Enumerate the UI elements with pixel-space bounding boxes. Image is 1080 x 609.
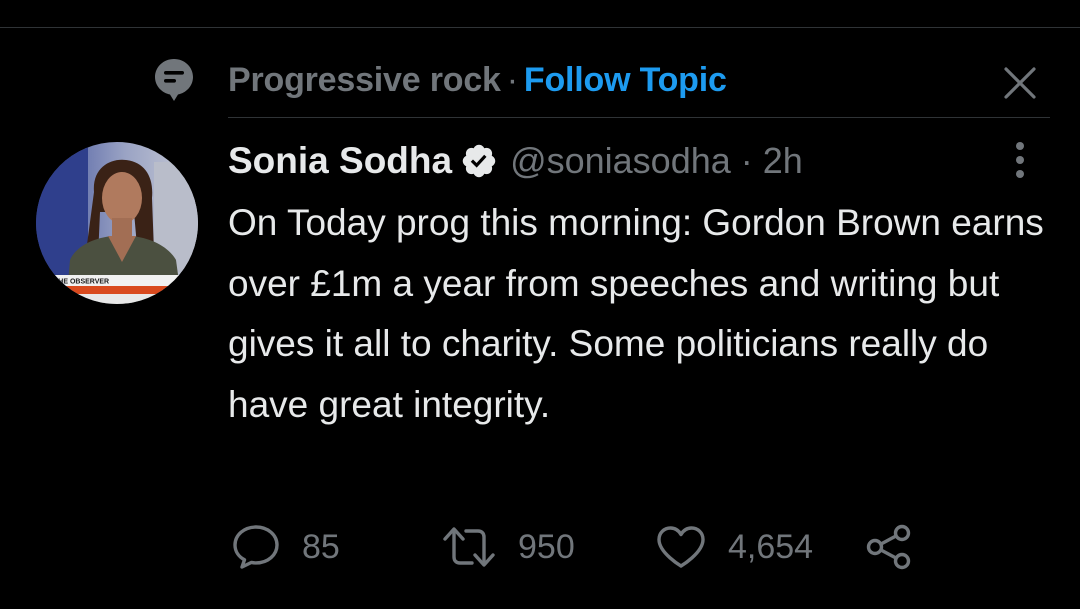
header-separator: · [740, 140, 753, 181]
avatar[interactable]: THE OBSERVER [36, 142, 198, 304]
topic-line: Progressive rock · Follow Topic [228, 61, 727, 100]
retweet-count: 950 [518, 527, 575, 566]
close-icon [1004, 67, 1036, 99]
share-button[interactable] [866, 522, 912, 572]
like-count: 4,654 [728, 527, 814, 566]
retweet-button[interactable]: 950 [442, 522, 575, 572]
user-handle[interactable]: @soniasodha [510, 140, 731, 182]
top-divider [0, 27, 1080, 28]
tweet-header: Sonia Sodha @soniasodha · 2h [228, 136, 803, 186]
topic-name[interactable]: Progressive rock [228, 61, 501, 99]
reply-icon [233, 525, 279, 569]
tweet-text: On Today prog this morning: Gordon Brown… [228, 202, 1044, 425]
topic-divider [228, 117, 1050, 118]
retweet-icon [443, 527, 495, 567]
display-name[interactable]: Sonia Sodha [228, 140, 452, 182]
more-vertical-icon [1016, 142, 1024, 178]
reply-count: 85 [302, 527, 340, 566]
topic-separator: · [506, 60, 518, 99]
topic-row: Progressive rock · Follow Topic [154, 58, 1049, 102]
verified-badge-icon [460, 142, 498, 180]
like-button[interactable]: 4,654 [656, 522, 813, 572]
more-options-button[interactable] [1004, 140, 1036, 180]
close-button[interactable] [1000, 63, 1040, 103]
heart-icon [657, 526, 705, 568]
avatar-caption: THE OBSERVER [54, 279, 109, 286]
follow-topic-button[interactable]: Follow Topic [524, 61, 727, 99]
share-icon [866, 524, 911, 570]
topic-icon [154, 58, 194, 102]
reply-button[interactable]: 85 [232, 522, 340, 572]
tweet-actions: 85 950 4,654 [232, 522, 932, 572]
tweet-timestamp[interactable]: 2h [763, 140, 803, 182]
